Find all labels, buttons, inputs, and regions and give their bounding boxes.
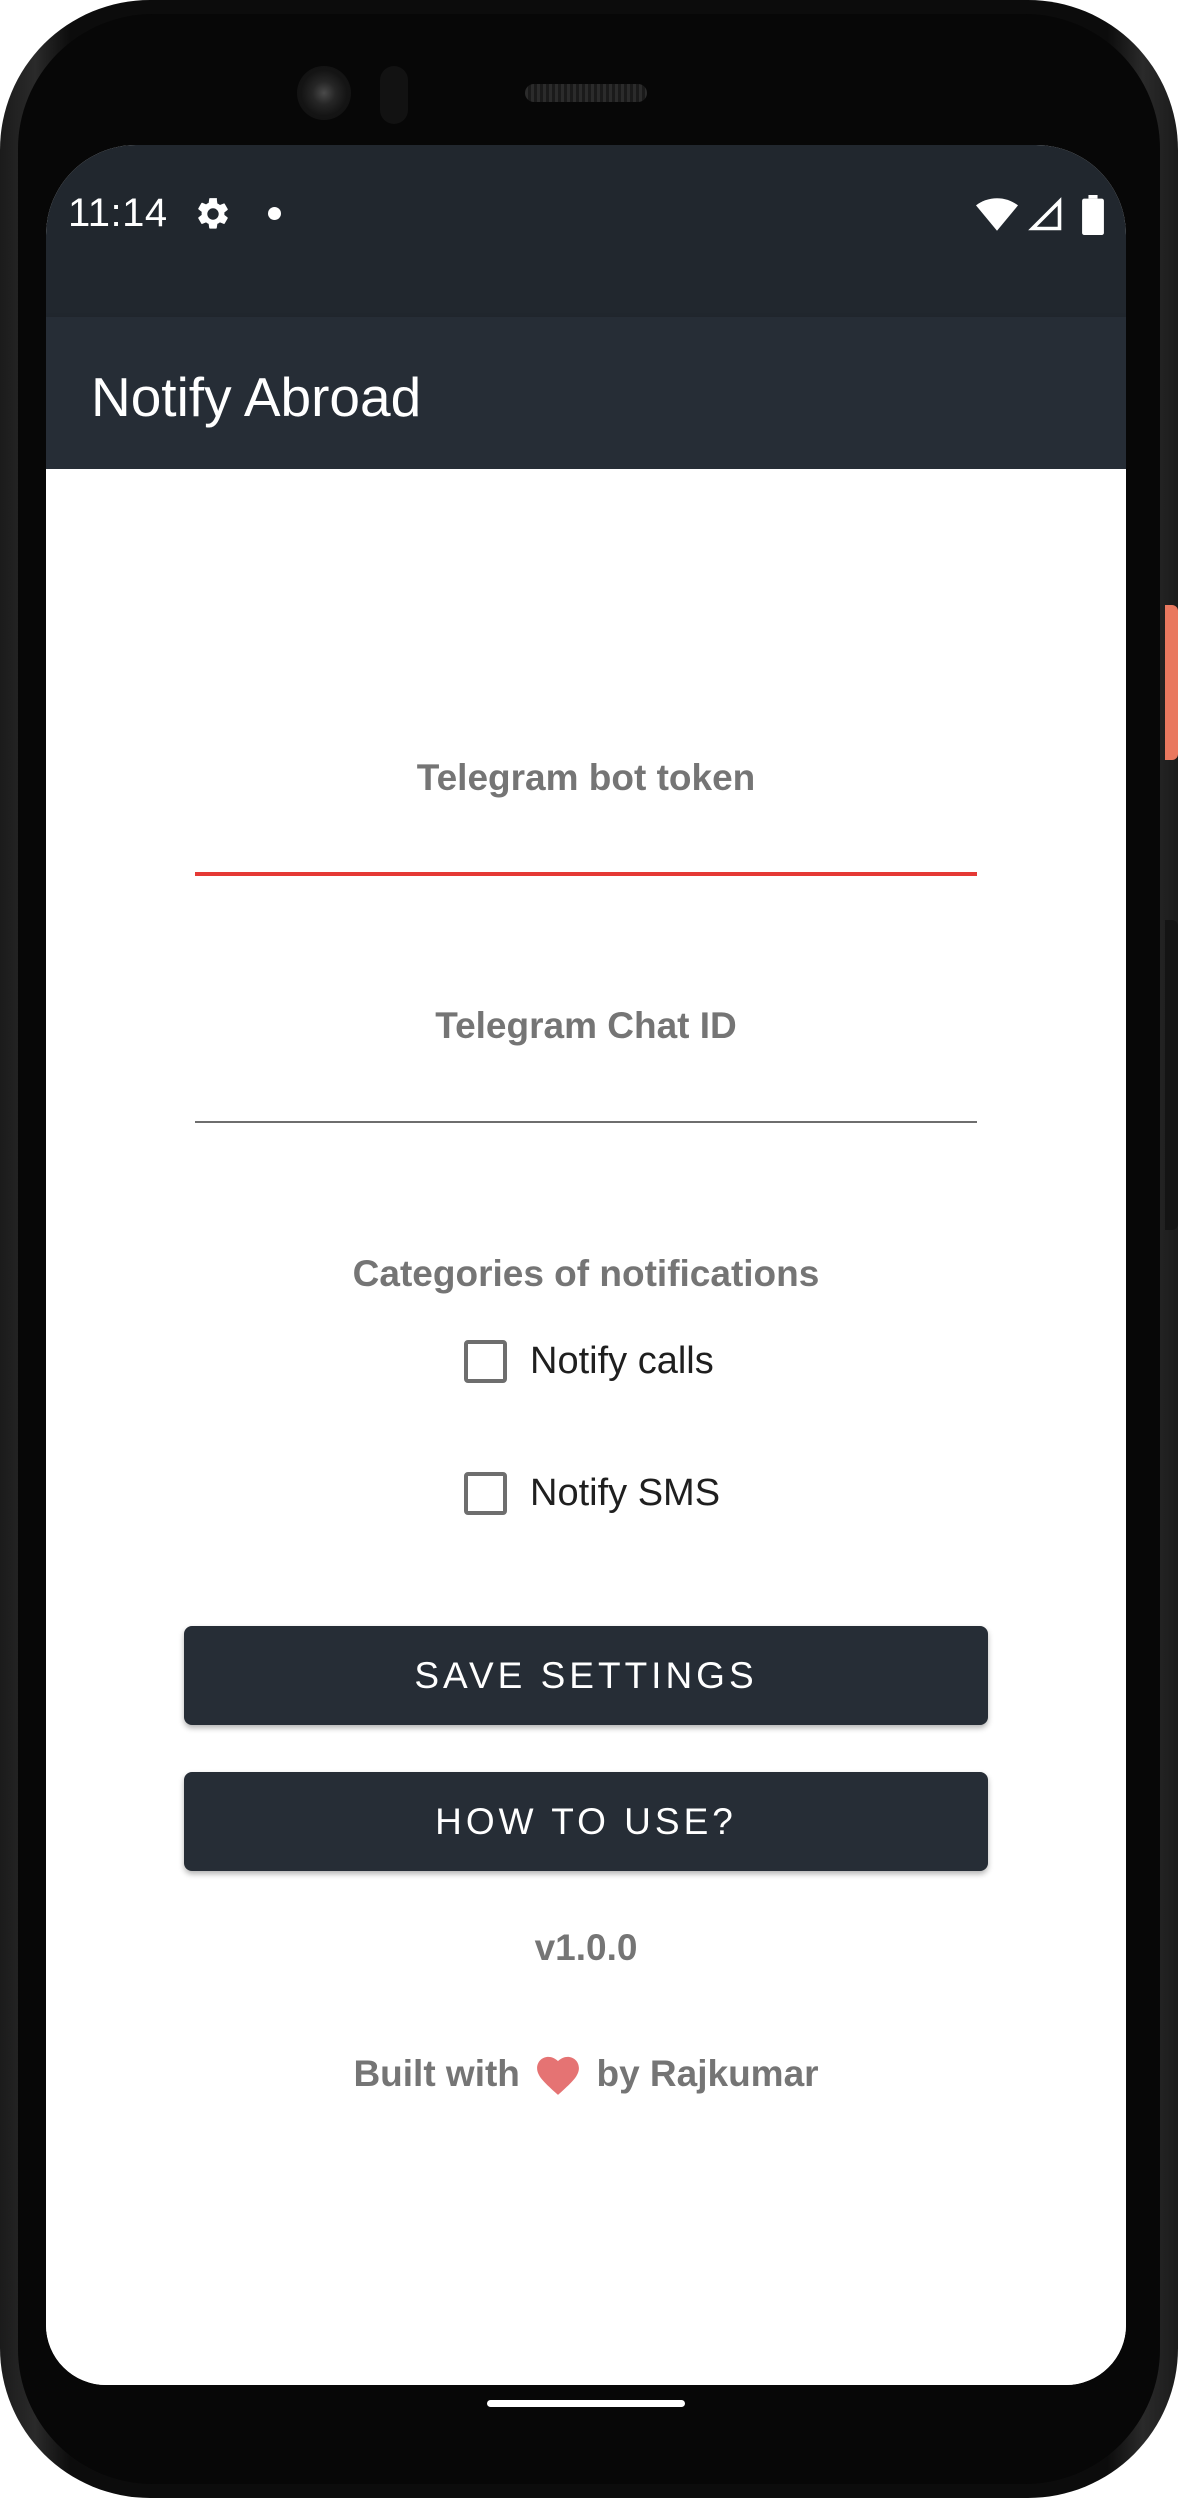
chat-id-label: Telegram Chat ID <box>435 1005 737 1046</box>
earpiece-speaker <box>525 84 647 102</box>
notify-sms-checkbox[interactable] <box>464 1471 507 1515</box>
app-title: Notify Abroad <box>91 366 422 428</box>
status-time: 11:14 <box>68 191 168 235</box>
device-frame: 11:14 Notify Abroad Telegram bot token T… <box>0 0 1178 2498</box>
notify-calls-label: Notify calls <box>530 1339 714 1382</box>
power-button <box>1165 605 1178 760</box>
screen: 11:14 Notify Abroad Telegram bot token T… <box>46 145 1126 2385</box>
bot-token-underline <box>195 872 977 876</box>
chat-id-underline <box>195 1121 977 1123</box>
notification-dot-icon <box>268 207 281 220</box>
how-to-use-button[interactable]: HOW TO USE? <box>184 1772 988 1871</box>
wifi-icon <box>976 198 1018 231</box>
credits-prefix: Built with <box>353 2053 520 2094</box>
version-text: v1.0.0 <box>534 1927 638 1968</box>
notify-sms-label: Notify SMS <box>530 1471 721 1514</box>
heart-icon <box>537 2057 580 2096</box>
save-settings-button[interactable]: SAVE SETTINGS <box>184 1626 988 1725</box>
notify-sms-row[interactable]: Notify SMS <box>464 1463 720 1523</box>
gear-icon <box>198 198 228 229</box>
bot-token-input[interactable] <box>195 802 981 874</box>
credits-text: Built with by Rajkumar <box>46 2053 1126 2096</box>
battery-icon <box>1082 195 1104 235</box>
bot-token-label: Telegram bot token <box>416 757 756 798</box>
categories-label: Categories of notifications <box>352 1253 820 1294</box>
proximity-sensor <box>380 66 408 124</box>
app-bar: Notify Abroad <box>46 317 1126 469</box>
signal-icon <box>1028 197 1062 231</box>
chat-id-input[interactable] <box>195 1050 981 1122</box>
home-indicator[interactable] <box>487 2400 685 2407</box>
notify-calls-row[interactable]: Notify calls <box>464 1331 714 1391</box>
status-bar: 11:14 <box>46 145 1126 317</box>
settings-form: Telegram bot token Telegram Chat ID Cate… <box>46 469 1126 2385</box>
credits-suffix: by Rajkumar <box>596 2053 819 2094</box>
notify-calls-checkbox[interactable] <box>464 1339 507 1383</box>
front-camera <box>297 66 351 120</box>
volume-button <box>1165 920 1178 1230</box>
